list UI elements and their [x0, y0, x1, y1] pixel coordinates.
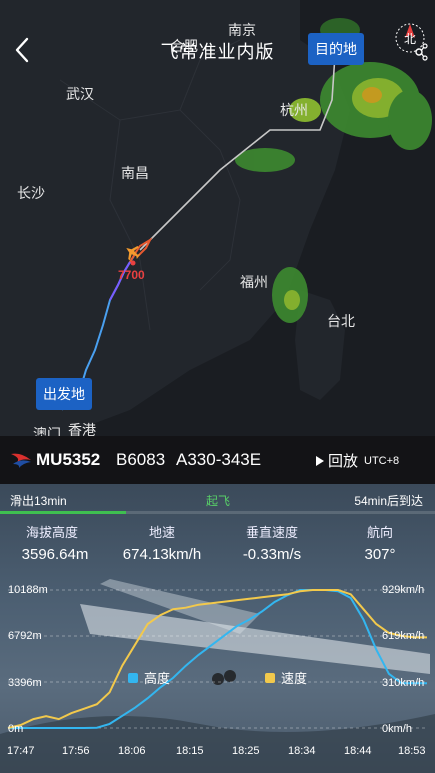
- y-right-tick: 619km/h: [382, 630, 425, 642]
- phase-status: 起飞: [206, 494, 231, 508]
- city-label: 台北: [327, 313, 355, 329]
- legend-swatch: [128, 672, 138, 683]
- origin-callout[interactable]: 出发地: [36, 378, 92, 410]
- page-title: 飞常准业内版: [160, 42, 275, 62]
- y-right-tick: 310km/h: [382, 677, 425, 689]
- legend-altitude: 高度: [128, 668, 170, 687]
- play-icon: [316, 455, 324, 466]
- replay-label: 回放: [328, 453, 359, 470]
- x-tick: 18:53: [398, 745, 426, 757]
- city-label: 杭州: [280, 102, 308, 118]
- flight-number: MU5352: [36, 450, 101, 469]
- taxi-time: 滑出13min: [10, 494, 67, 508]
- city-label: 福州: [240, 274, 268, 290]
- vertical-speed-value: -0.33m/s: [242, 546, 302, 563]
- heading-label: 航向: [366, 525, 393, 540]
- x-tick: 18:34: [288, 745, 316, 757]
- ground-speed-label: 地速: [148, 525, 175, 540]
- city-label: 南昌: [121, 165, 149, 181]
- flight-progress-bar: [0, 511, 435, 514]
- flight-info-bar: MU5352 B6083 A330-343E 回放 UTC+8: [0, 436, 435, 484]
- vertical-speed-label: 垂直速度: [245, 525, 298, 540]
- top-bar: 飞常准业内版 北: [0, 0, 435, 64]
- heading-value: 307°: [364, 546, 396, 563]
- legend-label: 速度: [281, 671, 308, 686]
- city-label: 长沙: [17, 185, 45, 201]
- altitude-label: 海拔高度: [25, 525, 78, 540]
- squawk-code: 7700: [118, 268, 145, 282]
- legend-label: 高度: [144, 671, 171, 686]
- ground-speed-value: 674.13km/h: [122, 546, 202, 563]
- airline-logo-icon: [11, 453, 31, 468]
- aircraft-type: A330-343E: [176, 450, 262, 469]
- x-tick: 18:44: [344, 745, 372, 757]
- y-right-tick: 929km/h: [382, 584, 425, 596]
- replay-button[interactable]: 回放 UTC+8: [316, 450, 399, 471]
- city-label: 武汉: [66, 86, 94, 102]
- y-left-tick: 0m: [8, 723, 24, 735]
- flight-map[interactable]: 南京 合肥 武汉 杭州 南昌 长沙 福州 台北 澳门 香港 目的地 出发地 77…: [0, 0, 435, 445]
- y-left-tick: 10188m: [8, 584, 48, 596]
- x-tick: 18:25: [232, 745, 260, 757]
- progress-fill: [0, 511, 127, 514]
- y-left-tick: 3396m: [8, 677, 42, 689]
- timezone-label: UTC+8: [364, 454, 400, 467]
- compass-north-label: 北: [404, 32, 417, 46]
- x-tick: 17:56: [62, 745, 90, 757]
- altitude-value: 3596.64m: [21, 546, 89, 563]
- aircraft-registration: B6083: [116, 450, 166, 469]
- x-tick: 17:47: [7, 745, 35, 757]
- x-tick: 18:06: [118, 745, 146, 757]
- y-right-tick: 0km/h: [382, 723, 412, 735]
- compass-button[interactable]: 北: [391, 16, 429, 64]
- series-line-1: [7, 589, 427, 729]
- legend-speed: 速度: [265, 668, 307, 687]
- arrival-eta: 54min后到达: [354, 494, 423, 508]
- x-tick: 18:15: [176, 745, 204, 757]
- y-left-tick: 6792m: [8, 630, 42, 642]
- legend-swatch: [265, 672, 275, 683]
